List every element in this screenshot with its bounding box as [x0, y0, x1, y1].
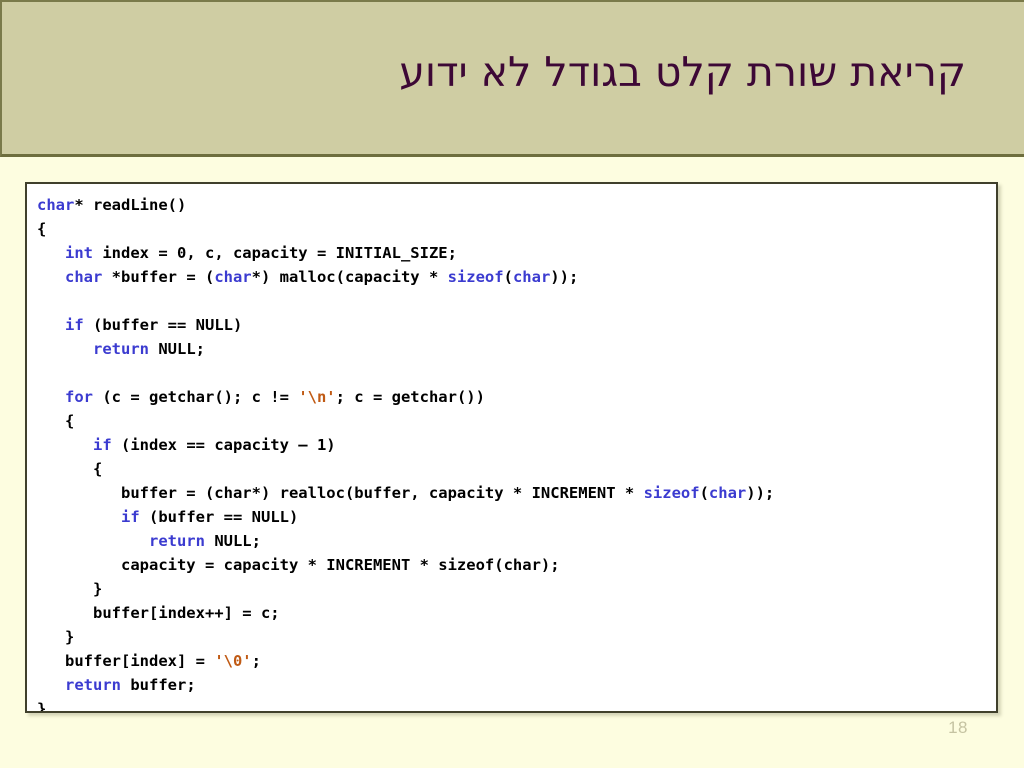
code-token: ));	[550, 268, 579, 286]
code-token: char	[214, 268, 252, 286]
code-token: int	[65, 244, 93, 262]
code-token: char	[37, 196, 75, 214]
code-token: NULL;	[204, 532, 261, 550]
code-line: buffer = (char*) realloc(buffer, capacit…	[37, 481, 996, 505]
code-token: capacity = capacity * INCREMENT * sizeof…	[37, 556, 560, 574]
code-token: ));	[746, 484, 775, 502]
code-token: (buffer == NULL)	[139, 508, 299, 526]
slide-title-band: קריאת שורת קלט בגודל לא ידוע	[0, 0, 1024, 157]
code-token: if	[121, 508, 140, 526]
code-token: (c = getchar(); c !=	[93, 388, 299, 406]
code-token: '\n'	[298, 388, 336, 406]
code-line: {	[37, 409, 996, 433]
code-line: int index = 0, c, capacity = INITIAL_SIZ…	[37, 241, 996, 265]
code-listing: char* readLine(){ int index = 0, c, capa…	[27, 184, 996, 713]
code-token: buffer[index] =	[37, 652, 215, 670]
slide-canvas: קריאת שורת קלט בגודל לא ידוע char* readL…	[0, 0, 1024, 768]
code-line: char *buffer = (char*) malloc(capacity *…	[37, 265, 996, 289]
code-token: char	[708, 484, 747, 502]
code-token: {	[37, 412, 75, 430]
slide-page-number: 18	[948, 718, 968, 737]
code-token: ;	[251, 652, 261, 670]
code-token: return	[148, 532, 205, 550]
code-token: (buffer == NULL)	[83, 316, 243, 334]
code-token: *buffer = (	[102, 268, 215, 286]
code-token: sizeof	[643, 484, 700, 502]
code-token: (	[699, 484, 709, 502]
code-line: {	[37, 217, 996, 241]
code-token: }	[37, 700, 47, 713]
code-line: buffer[index++] = c;	[37, 601, 996, 625]
page-title: קריאת שורת קלט בגודל לא ידוע	[399, 48, 966, 97]
code-token: }	[37, 628, 75, 646]
code-token: buffer[index++] = c;	[37, 604, 280, 622]
code-token: ; c = getchar())	[335, 388, 485, 406]
code-line: return NULL;	[37, 529, 996, 553]
code-token: buffer = (char*) realloc(buffer, capacit…	[37, 484, 644, 502]
code-token: for	[65, 388, 93, 406]
code-token: NULL;	[149, 340, 205, 358]
code-token: (	[503, 268, 513, 286]
code-line: if (buffer == NULL)	[37, 313, 996, 337]
code-token: char	[65, 268, 103, 286]
code-line: }	[37, 577, 996, 601]
code-token: sizeof	[447, 268, 504, 286]
code-token: return	[65, 676, 121, 694]
code-line: char* readLine()	[37, 193, 996, 217]
code-token: char	[512, 268, 551, 286]
code-token: if	[93, 436, 112, 454]
code-token: return	[93, 340, 149, 358]
code-line: capacity = capacity * INCREMENT * sizeof…	[37, 553, 996, 577]
code-token: {	[37, 460, 103, 478]
code-line: buffer[index] = '\0';	[37, 649, 996, 673]
code-line: for (c = getchar(); c != '\n'; c = getch…	[37, 385, 996, 409]
code-token: {	[37, 220, 47, 238]
code-line: }	[37, 697, 996, 713]
code-line: if (buffer == NULL)	[37, 505, 996, 529]
code-line: return buffer;	[37, 673, 996, 697]
code-line: return NULL;	[37, 337, 996, 361]
code-token: (index == capacity – 1)	[111, 436, 336, 454]
code-line: }	[37, 625, 996, 649]
code-token: index = 0, c, capacity = INITIAL_SIZE;	[93, 244, 457, 262]
code-token: }	[37, 580, 103, 598]
code-line: if (index == capacity – 1)	[37, 433, 996, 457]
code-token: if	[65, 316, 84, 334]
code-token: '\0'	[214, 652, 252, 670]
code-block-container: char* readLine(){ int index = 0, c, capa…	[25, 182, 998, 713]
code-token: *) malloc(capacity *	[251, 268, 448, 286]
code-token: buffer;	[121, 676, 196, 694]
code-line: {	[37, 457, 996, 481]
code-token: * readLine()	[74, 196, 187, 214]
